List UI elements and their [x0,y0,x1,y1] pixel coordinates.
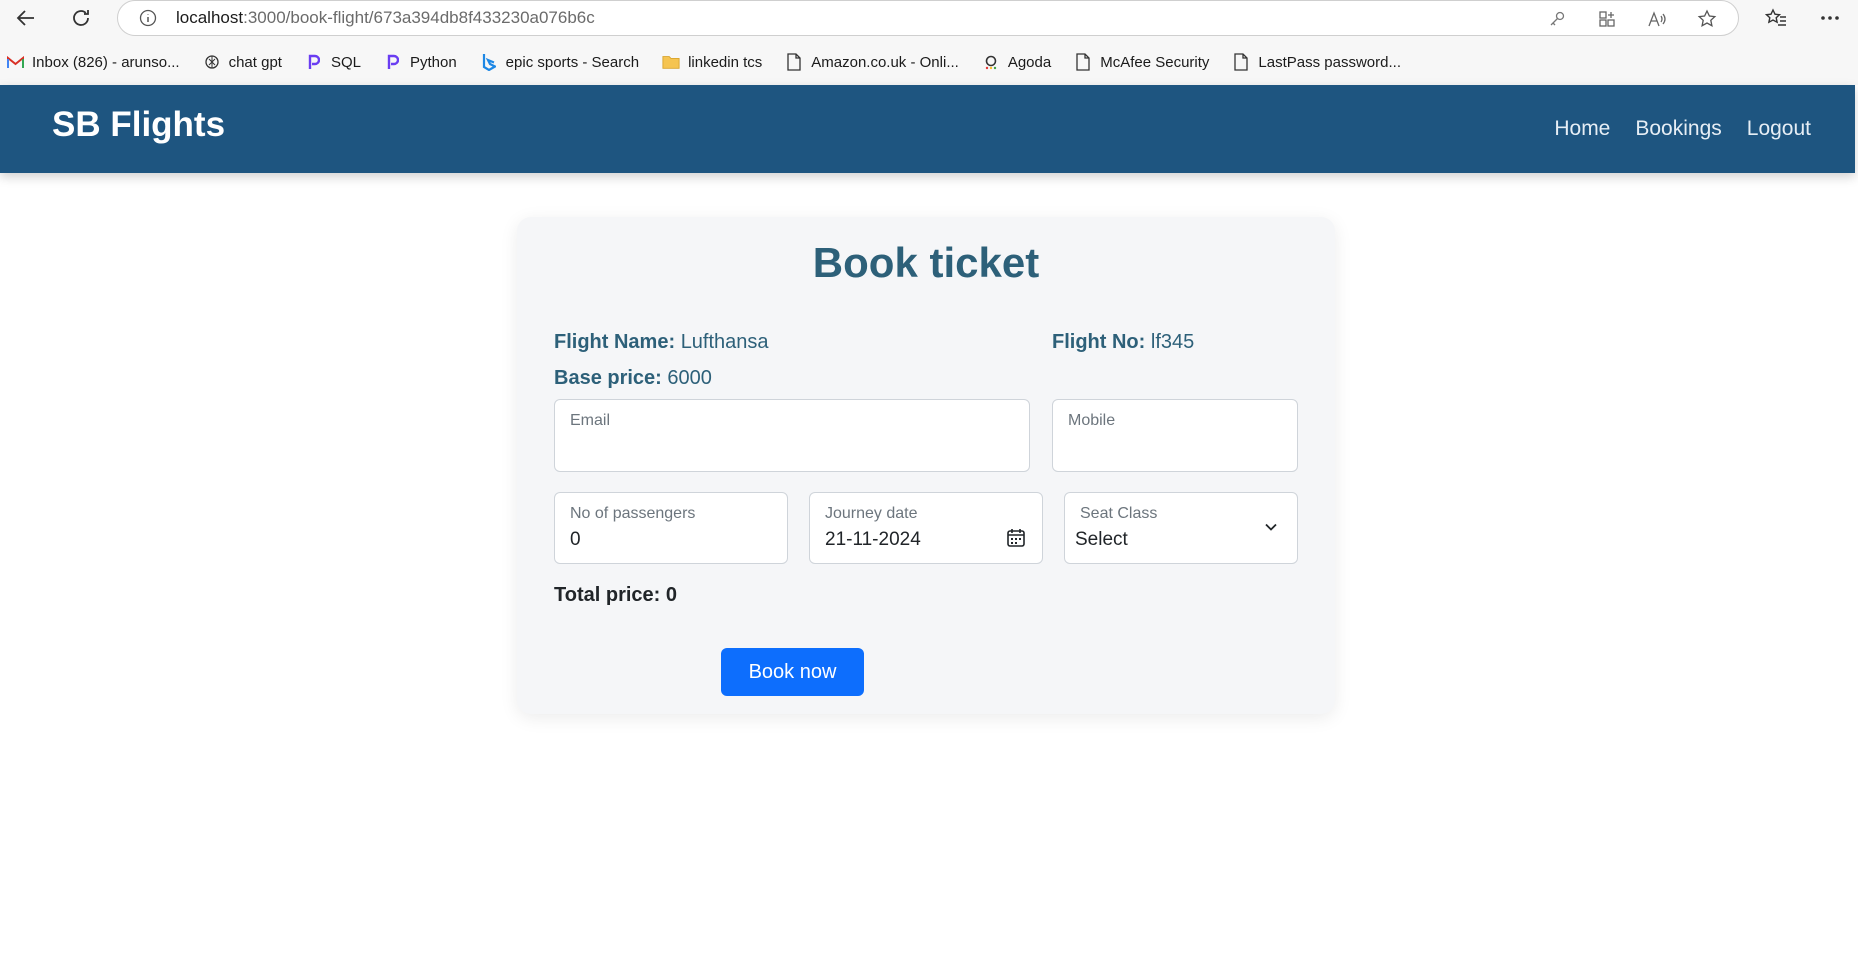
browser-toolbar: localhost:3000/book-flight/673a394db8f43… [0,0,1858,36]
favorite-star-icon[interactable] [1694,7,1720,31]
nav-home-link[interactable]: Home [1554,117,1610,141]
seat-class-label: Seat Class [1080,505,1158,522]
bookmark-epic-sports[interactable]: epic sports - Search [480,53,639,71]
back-icon[interactable] [9,2,43,34]
flight-no-value: lf345 [1150,331,1195,353]
bookmark-lastpass[interactable]: LastPass password... [1232,53,1401,71]
flight-name-info: Flight Name: Lufthansa [554,331,769,354]
flight-name-label: Flight Name: [554,331,676,353]
flight-no-label: Flight No: [1052,331,1146,353]
journey-date-label: Journey date [825,505,918,522]
bookmark-label: Agoda [1007,53,1052,71]
key-icon[interactable] [1544,7,1570,31]
booking-card: Book ticket Flight Name: Lufthansa Fligh… [517,217,1335,714]
site-info-icon[interactable] [138,8,158,28]
journey-date-value: 21-11-2024 [825,529,921,550]
chatgpt-icon [203,53,221,71]
bookmark-label: Python [409,53,457,71]
page-title: Book ticket [812,239,1040,286]
base-price-label: Base price: [554,367,662,389]
bookmark-agoda[interactable]: Agoda [982,53,1051,71]
bookmark-mcafee[interactable]: McAfee Security [1074,53,1209,71]
base-price-value: 6000 [667,367,712,389]
url-host: localhost [176,8,244,27]
brand-logo[interactable]: SB Flights [52,105,225,145]
mobile-label: Mobile [1068,412,1116,429]
passengers-label: No of passengers [570,505,696,522]
bookmark-label: epic sports - Search [505,53,640,71]
mobile-field[interactable]: Mobile [1052,399,1298,472]
address-bar[interactable]: localhost:3000/book-flight/673a394db8f43… [117,0,1739,36]
gmail-icon [6,53,24,71]
bookmark-label: Inbox (826) - arunso... [32,53,180,71]
p-logo-icon [305,53,323,71]
nav-logout-link[interactable]: Logout [1747,117,1811,141]
passengers-value: 0 [570,529,581,550]
bookmark-amazon[interactable]: Amazon.co.uk - Onli... [785,53,959,71]
bookmarks-bar: Inbox (826) - arunso... chat gpt SQL Pyt… [0,42,1858,82]
bookmark-linkedin-tcs[interactable]: linkedin tcs [662,53,762,71]
page-icon [785,53,803,71]
bookmark-label: Amazon.co.uk - Onli... [811,53,959,71]
journey-date-field[interactable]: Journey date 21-11-2024 [809,492,1043,564]
bookmark-label: SQL [330,53,361,71]
url-text: localhost:3000/book-flight/673a394db8f43… [176,8,595,28]
book-now-button[interactable]: Book now [721,648,864,696]
bookmark-sql[interactable]: SQL [305,53,361,71]
flight-name-value: Lufthansa [680,331,769,353]
app-navbar: SB Flights Home Bookings Logout [0,85,1855,173]
bookmark-label: linkedin tcs [688,53,763,71]
passengers-field[interactable]: No of passengers 0 [554,492,788,564]
bookmark-inbox[interactable]: Inbox (826) - arunso... [6,53,180,71]
refresh-icon[interactable] [64,2,98,34]
bookmark-chat-gpt[interactable]: chat gpt [203,53,282,71]
total-price: Total price: 0 [554,584,677,607]
bookmark-label: chat gpt [228,53,282,71]
nav-bookings-link[interactable]: Bookings [1635,117,1721,141]
nav-links: Home Bookings Logout [1554,117,1811,141]
p-logo-icon [384,53,402,71]
email-label: Email [570,412,611,429]
total-price-label: Total price: [554,584,661,606]
chevron-down-icon [1263,519,1279,535]
bookmark-python[interactable]: Python [384,53,457,71]
page-icon [1232,53,1250,71]
flight-no-info: Flight No: lf345 [1052,331,1194,354]
page-icon [1074,53,1092,71]
seat-class-select[interactable]: Seat Class Select [1064,492,1298,564]
agoda-icon [982,53,1000,71]
bookmark-label: LastPass password... [1258,53,1401,71]
base-price-info: Base price: 6000 [554,367,712,390]
seat-class-value: Select [1075,529,1128,550]
total-price-value: 0 [665,584,677,606]
apps-icon[interactable] [1594,7,1620,31]
bookmark-label: McAfee Security [1100,53,1210,71]
url-path: :3000/book-flight/673a394db8f433230a076b… [243,8,595,27]
email-field[interactable]: Email [554,399,1030,472]
folder-icon [662,53,680,71]
more-menu-icon[interactable] [1814,4,1846,32]
favorites-icon[interactable] [1760,4,1792,32]
read-aloud-icon[interactable] [1644,7,1670,31]
calendar-icon[interactable] [1006,528,1026,548]
bing-icon [480,53,498,71]
